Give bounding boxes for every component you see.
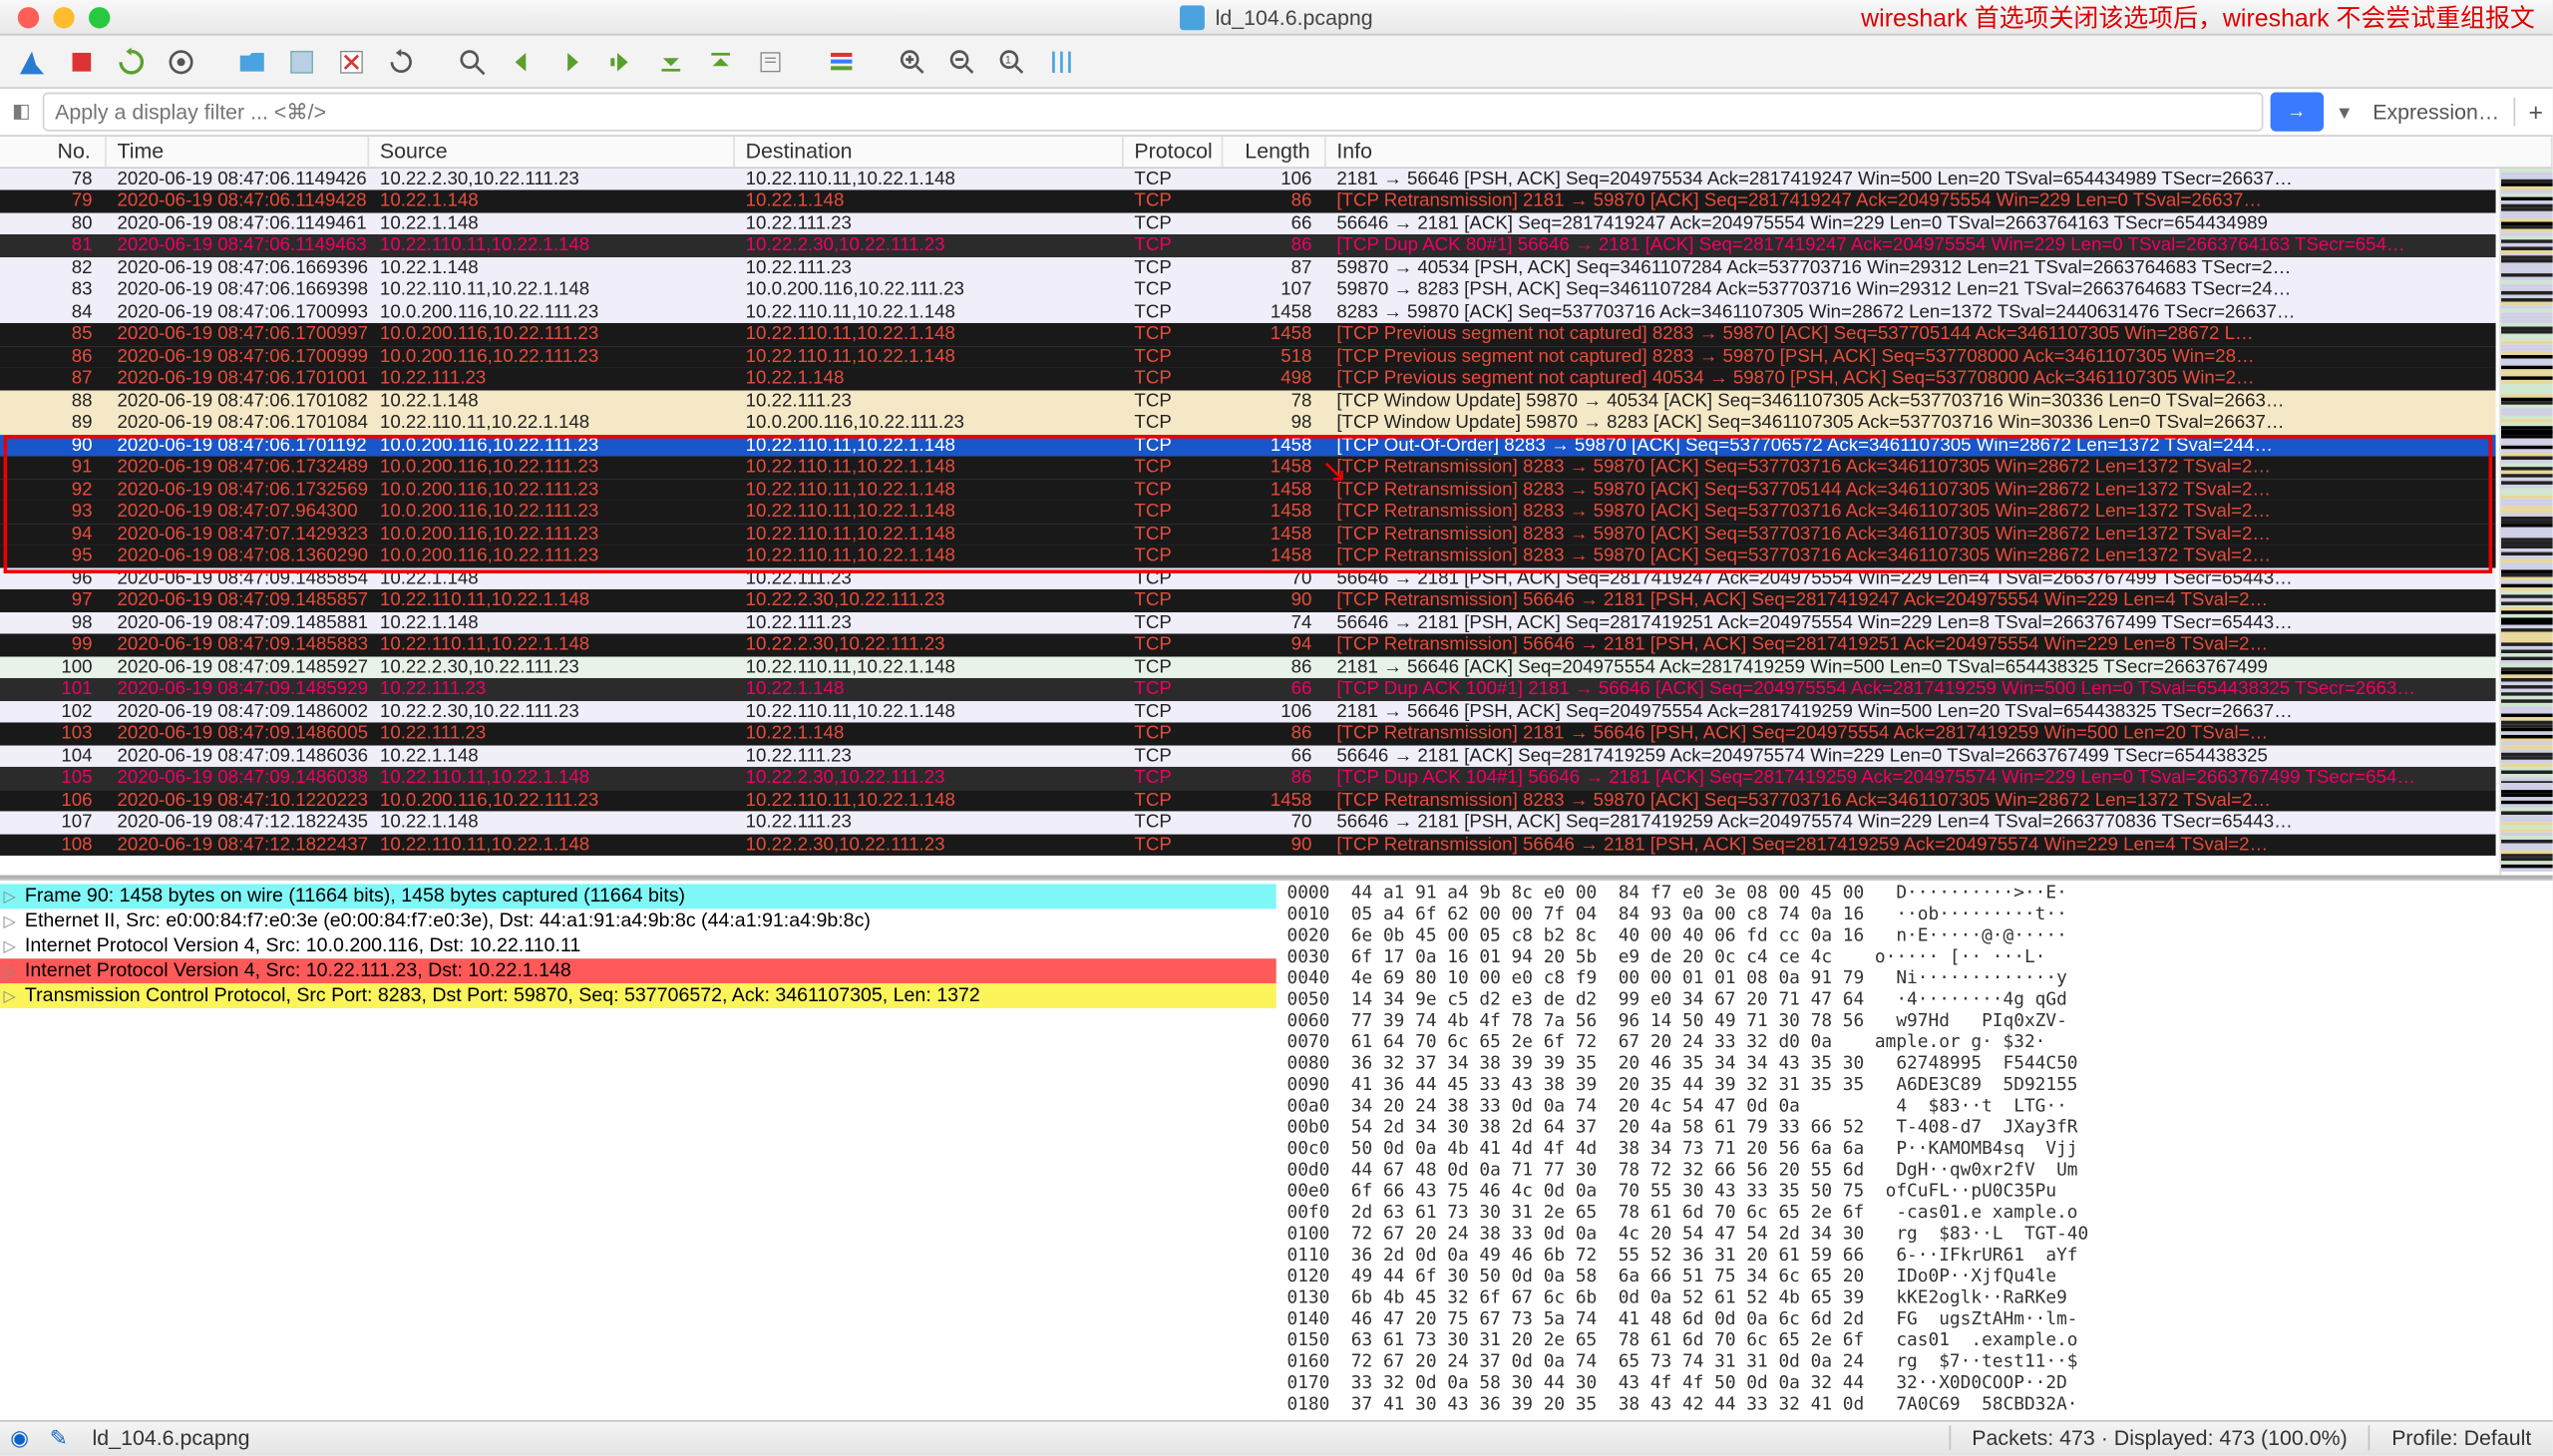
status-packets: Packets: 473 · Displayed: 473 (100.0%) bbox=[1949, 1426, 2369, 1451]
display-filter-input[interactable] bbox=[43, 93, 2263, 132]
detail-ip-inner: ▷Internet Protocol Version 4, Src: 10.22… bbox=[0, 958, 1276, 983]
open-file-button[interactable] bbox=[230, 40, 273, 83]
resize-columns-button[interactable] bbox=[1040, 40, 1083, 83]
detail-ip-outer: ▷Internet Protocol Version 4, Src: 10.0.… bbox=[0, 933, 1276, 958]
go-last-button[interactable] bbox=[699, 40, 742, 83]
packet-row[interactable]: 1032020-06-19 08:47:09.148600510.22.111.… bbox=[0, 723, 2496, 745]
column-length[interactable]: Length bbox=[1223, 137, 1325, 167]
packet-row[interactable]: 1052020-06-19 08:47:09.148603810.22.110.… bbox=[0, 768, 2496, 790]
packet-row[interactable]: 812020-06-19 08:47:06.114946310.22.110.1… bbox=[0, 235, 2496, 257]
save-file-button[interactable] bbox=[280, 40, 323, 83]
minimize-window-button[interactable] bbox=[53, 6, 74, 27]
go-back-button[interactable] bbox=[501, 40, 544, 83]
reload-button[interactable] bbox=[380, 40, 423, 83]
apply-filter-button[interactable]: → bbox=[2270, 93, 2323, 132]
restart-capture-button[interactable] bbox=[110, 40, 153, 83]
packet-row[interactable]: 922020-06-19 08:47:06.173256910.0.200.11… bbox=[0, 480, 2496, 502]
packet-row[interactable]: 942020-06-19 08:47:07.142932310.0.200.11… bbox=[0, 524, 2496, 546]
zoom-out-button[interactable] bbox=[940, 40, 983, 83]
experts-icon[interactable]: ◉ bbox=[0, 1426, 39, 1451]
packet-row[interactable]: 802020-06-19 08:47:06.114946110.22.1.148… bbox=[0, 213, 2496, 235]
titlebar: ld_104.6.pcapng wireshark 首选项关闭该选项后，wire… bbox=[0, 0, 2553, 36]
detail-ethernet: ▷Ethernet II, Src: e0:00:84:f7:e0:3e (e0… bbox=[0, 909, 1276, 933]
column-protocol[interactable]: Protocol bbox=[1124, 137, 1224, 167]
detail-frame: ▷Frame 90: 1458 bytes on wire (11664 bit… bbox=[0, 884, 1276, 909]
packet-row[interactable]: 842020-06-19 08:47:06.170099310.0.200.11… bbox=[0, 302, 2496, 324]
status-filename: ld_104.6.pcapng bbox=[78, 1426, 263, 1451]
filter-bar: ◧ → ▾ Expression… + bbox=[0, 89, 2553, 137]
find-packet-button[interactable] bbox=[451, 40, 494, 83]
add-filter-button[interactable]: + bbox=[2513, 98, 2545, 126]
column-no[interactable]: No. bbox=[0, 137, 107, 167]
packet-list-pane: No. Time Source Destination Protocol Len… bbox=[0, 137, 2553, 879]
colorize-button[interactable] bbox=[820, 40, 863, 83]
go-forward-button[interactable] bbox=[550, 40, 593, 83]
zoom-reset-button[interactable]: 1 bbox=[990, 40, 1033, 83]
column-time[interactable]: Time bbox=[107, 137, 369, 167]
shark-fin-icon[interactable] bbox=[11, 40, 54, 83]
close-file-button[interactable] bbox=[330, 40, 373, 83]
status-bar: ◉ ✎ ld_104.6.pcapng Packets: 473 · Displ… bbox=[0, 1420, 2553, 1456]
packet-details-pane[interactable]: ▷Frame 90: 1458 bytes on wire (11664 bit… bbox=[0, 881, 1276, 1420]
packet-row[interactable]: 962020-06-19 08:47:09.148585410.22.1.148… bbox=[0, 568, 2496, 590]
packet-row[interactable]: 872020-06-19 08:47:06.170100110.22.111.2… bbox=[0, 368, 2496, 390]
packet-row[interactable]: 1002020-06-19 08:47:09.148592710.22.2.30… bbox=[0, 657, 2496, 679]
packet-row[interactable]: 982020-06-19 08:47:09.148588110.22.1.148… bbox=[0, 612, 2496, 634]
intelligent-scrollbar[interactable] bbox=[2499, 169, 2552, 875]
file-icon bbox=[1180, 4, 1205, 29]
close-window-button[interactable] bbox=[18, 6, 39, 27]
packet-row[interactable]: 972020-06-19 08:47:09.148585710.22.110.1… bbox=[0, 590, 2496, 612]
status-profile[interactable]: Profile: Default bbox=[2369, 1426, 2553, 1451]
detail-tcp: ▷Transmission Control Protocol, Src Port… bbox=[0, 983, 1276, 1008]
packet-row[interactable]: 932020-06-19 08:47:07.96430010.0.200.116… bbox=[0, 502, 2496, 524]
window-title: ld_104.6.pcapng bbox=[1216, 4, 1373, 29]
zoom-in-button[interactable] bbox=[892, 40, 934, 83]
packet-row[interactable]: 1042020-06-19 08:47:09.148603610.22.1.14… bbox=[0, 746, 2496, 768]
packet-list-header: No. Time Source Destination Protocol Len… bbox=[0, 137, 2553, 169]
main-toolbar: 1 bbox=[0, 36, 2553, 89]
svg-text:1: 1 bbox=[1005, 54, 1011, 66]
packet-row[interactable]: 862020-06-19 08:47:06.170099910.0.200.11… bbox=[0, 346, 2496, 368]
packet-row[interactable]: 902020-06-19 08:47:06.170119210.0.200.11… bbox=[0, 435, 2496, 457]
packet-row[interactable]: 912020-06-19 08:47:06.173248910.0.200.11… bbox=[0, 457, 2496, 479]
bookmark-icon[interactable]: ◧ bbox=[7, 98, 35, 126]
annotation-text: wireshark 首选项关闭该选项后，wireshark 不会尝试重组报文 bbox=[1861, 0, 2535, 35]
column-info[interactable]: Info bbox=[1326, 137, 2553, 167]
maximize-window-button[interactable] bbox=[89, 6, 110, 27]
packet-row[interactable]: 1082020-06-19 08:47:12.182243710.22.110.… bbox=[0, 835, 2496, 857]
auto-scroll-button[interactable] bbox=[749, 40, 792, 83]
packet-row[interactable]: 822020-06-19 08:47:06.166939610.22.1.148… bbox=[0, 257, 2496, 279]
packet-rows[interactable]: 782020-06-19 08:47:06.114942610.22.2.30,… bbox=[0, 169, 2496, 875]
packet-row[interactable]: 852020-06-19 08:47:06.170099710.0.200.11… bbox=[0, 324, 2496, 346]
edit-icon[interactable]: ✎ bbox=[39, 1426, 78, 1451]
packet-row[interactable]: 992020-06-19 08:47:09.148588310.22.110.1… bbox=[0, 634, 2496, 656]
stop-capture-button[interactable] bbox=[61, 40, 104, 83]
packet-row[interactable]: 1072020-06-19 08:47:12.182243510.22.1.14… bbox=[0, 812, 2496, 834]
packet-row[interactable]: 892020-06-19 08:47:06.170108410.22.110.1… bbox=[0, 413, 2496, 435]
packet-row[interactable]: 832020-06-19 08:47:06.166939810.22.110.1… bbox=[0, 279, 2496, 301]
column-destination[interactable]: Destination bbox=[735, 137, 1124, 167]
packet-row[interactable]: 1012020-06-19 08:47:09.148592910.22.111.… bbox=[0, 679, 2496, 701]
packet-row[interactable]: 782020-06-19 08:47:06.114942610.22.2.30,… bbox=[0, 169, 2496, 190]
go-first-button[interactable] bbox=[649, 40, 692, 83]
packet-row[interactable]: 1062020-06-19 08:47:10.122022310.0.200.1… bbox=[0, 790, 2496, 812]
expression-button[interactable]: Expression… bbox=[2366, 100, 2506, 125]
packet-row[interactable]: 882020-06-19 08:47:06.170108210.22.1.148… bbox=[0, 391, 2496, 413]
packet-row[interactable]: 1022020-06-19 08:47:09.148600210.22.2.30… bbox=[0, 701, 2496, 723]
filter-history-dropdown[interactable]: ▾ bbox=[2330, 100, 2358, 125]
capture-options-button[interactable] bbox=[160, 40, 202, 83]
column-source[interactable]: Source bbox=[369, 137, 735, 167]
packet-row[interactable]: 792020-06-19 08:47:06.114942810.22.1.148… bbox=[0, 190, 2496, 212]
packet-bytes-pane[interactable]: 0000 44 a1 91 a4 9b 8c e0 00 84 f7 e0 3e… bbox=[1276, 881, 2553, 1420]
go-to-packet-button[interactable] bbox=[600, 40, 643, 83]
packet-row[interactable]: 952020-06-19 08:47:08.136029010.0.200.11… bbox=[0, 546, 2496, 567]
